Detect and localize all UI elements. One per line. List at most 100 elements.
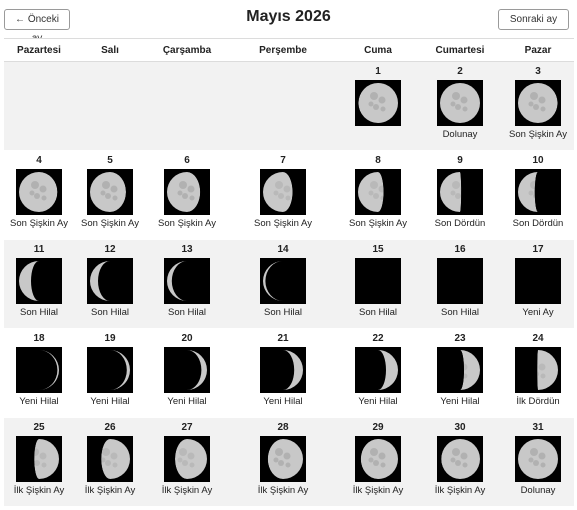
moon-phase-icon [515, 169, 561, 215]
moon-phase-icon [164, 347, 210, 393]
day-number: 7 [280, 155, 286, 166]
weekday-sunday: Pazar [502, 38, 574, 62]
day-cell[interactable]: 15 Son Hilal [338, 239, 418, 329]
calendar-week-row: 11 Son Hilal 12 Son Hilal 13 Son Hilal 14 Son H… [4, 239, 574, 329]
day-number: 13 [181, 244, 193, 255]
moon-phase-icon [437, 347, 483, 393]
moon-phase-icon [355, 347, 401, 393]
day-cell[interactable]: 2 Dolunay [418, 61, 502, 151]
moon-phase-icon [515, 347, 561, 393]
moon-phase-label: Son Şişkin Ay [349, 218, 407, 229]
day-cell[interactable]: 26 İlk Şişkin Ay [74, 417, 146, 507]
moon-phase-label: Son Hilal [440, 307, 480, 318]
day-cell[interactable]: 1 [338, 61, 418, 151]
empty-day-cell [4, 61, 74, 151]
day-number: 16 [454, 244, 466, 255]
moon-phase-icon [164, 258, 210, 304]
next-month-button[interactable]: Sonraki ay → [498, 9, 569, 44]
moon-phase-icon [260, 169, 306, 215]
calendar-week-row: 18 Yeni Hilal 19 Yeni Hilal 20 Yeni Hilal 21 Ye… [4, 328, 574, 418]
day-number: 8 [375, 155, 381, 166]
day-cell[interactable]: 24 İlk Dördün [502, 328, 574, 418]
calendar-week-row: 4 Son Şişkin Ay 5 Son Şişkin Ay 6 Son Şişkin … [4, 150, 574, 240]
moon-phase-label: İlk Şişkin Ay [84, 485, 136, 496]
day-number: 27 [181, 422, 193, 433]
moon-phase-label: Son Şişkin Ay [509, 129, 567, 140]
moon-phase-icon [515, 436, 561, 482]
moon-phase-label: Son Hilal [358, 307, 398, 318]
moon-phase-label: Dolunay [442, 129, 478, 140]
moon-phase-label: İlk Dördün [516, 396, 560, 407]
day-cell[interactable]: 9 Son Dördün [418, 150, 502, 240]
moon-phase-icon [87, 347, 133, 393]
day-cell[interactable]: 16 Son Hilal [418, 239, 502, 329]
moon-phase-icon [515, 80, 561, 126]
day-number: 12 [104, 244, 116, 255]
weekday-tuesday: Salı [74, 38, 146, 62]
page-title: Mayıs 2026 [246, 8, 331, 25]
moon-calendar-table: Pazartesi Salı Çarşamba Perşembe Cuma Cu… [4, 38, 574, 507]
moon-phase-icon [260, 258, 306, 304]
day-cell[interactable]: 21 Yeni Hilal [228, 328, 338, 418]
day-cell[interactable]: 29 İlk Şişkin Ay [338, 417, 418, 507]
day-cell[interactable]: 19 Yeni Hilal [74, 328, 146, 418]
day-number: 25 [33, 422, 45, 433]
moon-phase-icon [437, 258, 483, 304]
moon-phase-label: İlk Şişkin Ay [161, 485, 213, 496]
weekday-friday: Cuma [338, 38, 418, 62]
weekday-monday: Pazartesi [4, 38, 74, 62]
day-cell[interactable]: 18 Yeni Hilal [4, 328, 74, 418]
moon-phase-icon [16, 436, 62, 482]
moon-phase-icon [16, 258, 62, 304]
day-number: 29 [372, 422, 384, 433]
empty-day-cell [146, 61, 228, 151]
moon-phase-label: Yeni Hilal [90, 396, 130, 407]
day-number: 11 [33, 244, 45, 255]
day-cell[interactable]: 7 Son Şişkin Ay [228, 150, 338, 240]
moon-phase-label: Son Şişkin Ay [158, 218, 216, 229]
empty-day-cell [228, 61, 338, 151]
day-cell[interactable]: 22 Yeni Hilal [338, 328, 418, 418]
day-cell[interactable]: 28 İlk Şişkin Ay [228, 417, 338, 507]
moon-phase-label: Son Dördün [434, 218, 486, 229]
day-cell[interactable]: 13 Son Hilal [146, 239, 228, 329]
day-cell[interactable]: 4 Son Şişkin Ay [4, 150, 74, 240]
calendar-body: 1 2 Dolunay 3 Son Şişkin Ay 4 Son Şişkin Ay 5 So… [4, 61, 574, 507]
day-number: 1 [375, 66, 381, 77]
day-number: 2 [457, 66, 463, 77]
day-cell[interactable]: 27 İlk Şişkin Ay [146, 417, 228, 507]
moon-phase-icon [355, 169, 401, 215]
moon-phase-icon [437, 80, 483, 126]
day-number: 14 [277, 244, 289, 255]
moon-phase-label: Son Şişkin Ay [10, 218, 68, 229]
moon-phase-icon [87, 258, 133, 304]
day-cell[interactable]: 20 Yeni Hilal [146, 328, 228, 418]
day-number: 30 [454, 422, 466, 433]
day-cell[interactable]: 3 Son Şişkin Ay [502, 61, 574, 151]
day-number: 24 [532, 333, 544, 344]
day-cell[interactable]: 25 İlk Şişkin Ay [4, 417, 74, 507]
day-number: 10 [532, 155, 544, 166]
calendar-header: ← Önceki ay Mayıs 2026 Sonraki ay → [0, 0, 577, 44]
day-cell[interactable]: 5 Son Şişkin Ay [74, 150, 146, 240]
moon-phase-icon [16, 169, 62, 215]
day-number: 5 [107, 155, 113, 166]
day-cell[interactable]: 14 Son Hilal [228, 239, 338, 329]
day-number: 28 [277, 422, 289, 433]
day-number: 3 [535, 66, 541, 77]
moon-phase-icon [355, 80, 401, 126]
day-number: 17 [532, 244, 544, 255]
day-cell[interactable]: 6 Son Şişkin Ay [146, 150, 228, 240]
day-cell[interactable]: 31 Dolunay [502, 417, 574, 507]
day-cell[interactable]: 17 Yeni Ay [502, 239, 574, 329]
day-cell[interactable]: 30 İlk Şişkin Ay [418, 417, 502, 507]
day-cell[interactable]: 8 Son Şişkin Ay [338, 150, 418, 240]
empty-day-cell [74, 61, 146, 151]
day-cell[interactable]: 12 Son Hilal [74, 239, 146, 329]
moon-phase-icon [355, 436, 401, 482]
day-cell[interactable]: 10 Son Dördün [502, 150, 574, 240]
moon-phase-icon [260, 436, 306, 482]
day-cell[interactable]: 11 Son Hilal [4, 239, 74, 329]
day-number: 6 [184, 155, 190, 166]
day-cell[interactable]: 23 Yeni Hilal [418, 328, 502, 418]
